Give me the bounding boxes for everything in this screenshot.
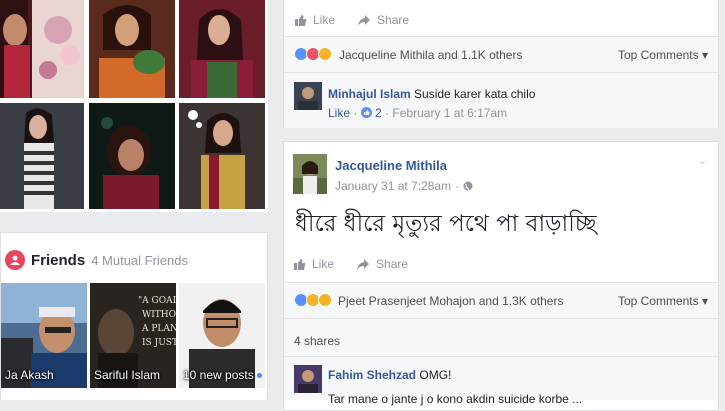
comment-body: Fahim Shehzad OMG! [328, 368, 451, 382]
post-options-chevron-icon[interactable]: ⌄ [698, 154, 707, 167]
new-posts-dot [256, 373, 262, 379]
photos-grid [0, 0, 268, 212]
reaction-icons[interactable] [294, 47, 332, 61]
comment-body: Minhajul Islam Suside karer kata chilo [328, 87, 535, 101]
comment-text: OMG! [419, 368, 452, 382]
post-text: ধীরে ধীরে মৃত্যুর পথে পা বাড়াচ্ছি [295, 211, 597, 237]
reaction-icons[interactable] [294, 293, 332, 307]
like-label: Like [313, 13, 336, 27]
friends-header[interactable]: Friends 4 Mutual Friends [5, 249, 188, 271]
friend-tile[interactable]: Ja Akash [1, 283, 87, 388]
reactions-summary[interactable]: Jacqueline Mithila and 1.1K others [339, 48, 522, 62]
share-arrow-icon [357, 258, 370, 270]
share-button[interactable]: Share [357, 13, 409, 27]
comment-like-count[interactable]: 2 [375, 106, 382, 120]
friend-name[interactable]: Ja Akash [5, 368, 54, 382]
like-button[interactable]: Like [293, 257, 334, 271]
post-author[interactable]: Jacqueline Mithila [335, 158, 447, 173]
comment: Minhajul Islam Suside karer kata chilo L… [284, 72, 718, 128]
post-card: Like Share Jacqueline Mithila and 1.1K o… [283, 0, 719, 128]
friend-name[interactable]: Sariful Islam [94, 368, 160, 382]
divider [284, 356, 718, 357]
top-comments-dropdown[interactable]: Top Comments ▾ [618, 48, 708, 62]
photo-thumbnail[interactable] [89, 103, 175, 209]
like-label: Like [312, 257, 335, 271]
author-avatar[interactable] [293, 154, 327, 194]
globe-icon[interactable] [463, 181, 473, 191]
reactions-bar: Pjeet Prasenjeet Mohajon and 1.3K others… [284, 282, 718, 318]
photo-thumbnail[interactable] [179, 0, 265, 98]
thumbs-up-icon [295, 14, 307, 26]
post-meta: January 31 at 7:28am · [335, 179, 473, 193]
like-button[interactable]: Like [294, 13, 335, 27]
reactions-bar: Jacqueline Mithila and 1.1K others Top C… [284, 36, 718, 72]
shares-count[interactable]: 4 shares [294, 334, 340, 348]
comment-text-continued: Tar mane o jante j o kono akdin suicide … [328, 392, 583, 406]
news-feed: Like Share Jacqueline Mithila and 1.1K o… [283, 0, 719, 411]
svg-text:IS JUST: IS JUST [142, 338, 176, 348]
photo-thumbnail[interactable] [179, 103, 265, 209]
comment-text: Suside karer kata chilo [414, 87, 536, 101]
friend-name[interactable]: 10 new posts [183, 368, 262, 382]
like-count-icon [360, 107, 372, 118]
svg-text:"A GOAL: "A GOAL [138, 296, 176, 306]
comment-author[interactable]: Fahim Shehzad [328, 368, 416, 382]
share-label: Share [376, 257, 409, 271]
post-timestamp[interactable]: January 31 at 7:28am [335, 179, 451, 193]
sad-reaction-icon [318, 293, 332, 307]
post-actions: Like Share [293, 252, 408, 276]
thumbs-up-icon [294, 258, 306, 270]
friends-title[interactable]: Friends [31, 252, 85, 269]
photo-thumbnail[interactable] [89, 0, 175, 98]
friends-icon [5, 250, 25, 270]
svg-text:WITHOUT: WITHOUT [142, 310, 176, 320]
friends-card: Friends 4 Mutual Friends Ja Akash "A GOA… [0, 232, 268, 400]
comment-author[interactable]: Minhajul Islam [328, 87, 411, 101]
comment-meta: Like · 2 · February 1 at 6:17am [328, 106, 508, 120]
top-comments-dropdown[interactable]: Top Comments ▾ [618, 294, 708, 308]
svg-text:A PLAN: A PLAN [141, 324, 176, 334]
photo-thumbnail[interactable] [0, 0, 84, 98]
comment-timestamp[interactable]: February 1 at 6:17am [392, 106, 507, 120]
photo-thumbnail[interactable] [0, 103, 84, 209]
comment-like-link[interactable]: Like [328, 106, 350, 120]
share-label: Share [377, 13, 410, 27]
mutual-friends-count[interactable]: 4 Mutual Friends [91, 253, 188, 268]
avatar[interactable] [294, 365, 322, 393]
comments-section: 4 shares Fahim Shehzad OMG! Tar mane o j… [284, 318, 718, 406]
post-actions: Like Share [294, 8, 409, 32]
share-arrow-icon [358, 14, 371, 26]
avatar[interactable] [294, 82, 322, 110]
haha-reaction-icon [318, 47, 332, 61]
friend-tile[interactable]: 10 new posts [179, 283, 265, 388]
left-column: Friends 4 Mutual Friends Ja Akash "A GOA… [0, 0, 268, 400]
friend-tile[interactable]: "A GOAL WITHOUT A PLAN IS JUST Sariful Isla… [90, 283, 176, 388]
reactions-summary[interactable]: Pjeet Prasenjeet Mohajon and 1.3K others [338, 294, 563, 308]
share-button[interactable]: Share [356, 257, 408, 271]
